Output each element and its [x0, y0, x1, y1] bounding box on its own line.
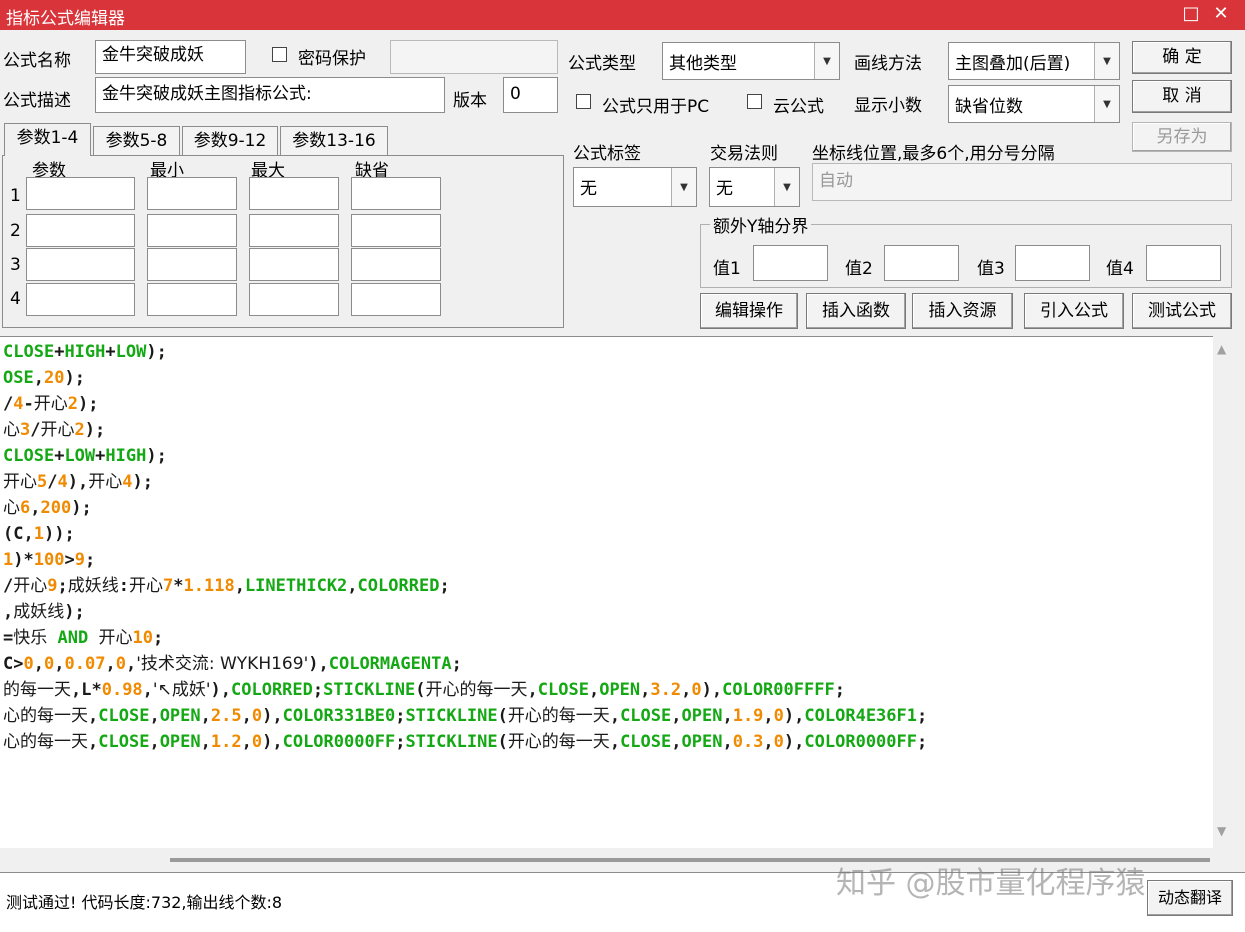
formula-tag-label: 公式标签: [573, 144, 641, 164]
decimals-value: 缺省位数: [955, 97, 1023, 117]
y3-label: 值3: [977, 259, 1005, 279]
close-icon[interactable]: ✕: [1208, 0, 1234, 30]
decimals-label: 显示小数: [854, 96, 922, 116]
param-1-name[interactable]: [26, 177, 135, 210]
code-text: CLOSE+HIGH+LOW); OSE,20); /4-开心2); 心3/开心…: [3, 342, 928, 752]
maximize-icon[interactable]: □: [1178, 0, 1204, 30]
param-3-name[interactable]: [26, 248, 135, 281]
y2-input[interactable]: [884, 245, 959, 281]
param-2-name[interactable]: [26, 214, 135, 247]
insert-resource-button[interactable]: 插入资源: [912, 293, 1013, 329]
tab-params-13-16[interactable]: 参数13-16: [280, 126, 388, 156]
formula-type-value: 其他类型: [669, 54, 737, 74]
cloud-formula-checkbox[interactable]: [747, 94, 762, 109]
param-4-name[interactable]: [26, 283, 135, 316]
param-3-min[interactable]: [147, 248, 237, 281]
y4-label: 值4: [1106, 259, 1134, 279]
pc-only-label: 公式只用于PC: [602, 97, 710, 117]
param-3-max[interactable]: [249, 248, 339, 281]
decimals-select[interactable]: 缺省位数 ▼: [948, 85, 1120, 123]
param-row-2-label: 2: [10, 221, 21, 241]
window-title: 指标公式编辑器: [6, 9, 125, 29]
formula-tag-select[interactable]: 无 ▼: [573, 167, 697, 207]
password-label: 密码保护: [298, 49, 366, 69]
insert-function-button[interactable]: 插入函数: [806, 293, 906, 329]
param-row-1-label: 1: [10, 186, 21, 206]
draw-method-select[interactable]: 主图叠加(后置) ▼: [948, 42, 1120, 80]
chevron-down-icon: ▼: [1094, 86, 1119, 122]
save-as-button[interactable]: 另存为: [1132, 122, 1232, 152]
edit-ops-button[interactable]: 编辑操作: [700, 293, 798, 329]
code-editor[interactable]: CLOSE+HIGH+LOW); OSE,20); /4-开心2); 心3/开心…: [0, 336, 1213, 848]
trade-rule-select[interactable]: 无 ▼: [709, 167, 800, 207]
y1-input[interactable]: [753, 245, 828, 281]
draw-method-value: 主图叠加(后置): [955, 54, 1071, 74]
chevron-down-icon: ▼: [1094, 43, 1119, 79]
param-2-min[interactable]: [147, 214, 237, 247]
version-input[interactable]: 0: [503, 77, 558, 113]
scroll-down-icon[interactable]: ▼: [1217, 824, 1226, 838]
y1-label: 值1: [713, 259, 741, 279]
formula-type-label: 公式类型: [568, 54, 636, 74]
param-2-default[interactable]: [351, 214, 441, 247]
chevron-down-icon: ▼: [774, 168, 799, 206]
y2-label: 值2: [845, 259, 873, 279]
param-2-max[interactable]: [249, 214, 339, 247]
param-4-min[interactable]: [147, 283, 237, 316]
import-formula-button[interactable]: 引入公式: [1024, 293, 1124, 329]
param-row-4-label: 4: [10, 289, 21, 309]
password-checkbox[interactable]: [272, 47, 287, 62]
param-1-max[interactable]: [249, 177, 339, 210]
formula-desc-label: 公式描述: [3, 91, 71, 111]
trade-rule-label: 交易法则: [710, 144, 778, 164]
tab-params-9-12[interactable]: 参数9-12: [182, 126, 278, 156]
param-1-default[interactable]: [351, 177, 441, 210]
yaxis-group-title: 额外Y轴分界: [710, 212, 812, 237]
chevron-down-icon: ▼: [814, 43, 839, 79]
dynamic-translate-button[interactable]: 动态翻译: [1147, 880, 1233, 916]
param-4-max[interactable]: [249, 283, 339, 316]
coord-lines-label: 坐标线位置,最多6个,用分号分隔: [812, 144, 1055, 164]
tab-params-5-8[interactable]: 参数5-8: [93, 126, 180, 156]
ok-button[interactable]: 确 定: [1132, 41, 1232, 74]
chevron-down-icon: ▼: [671, 168, 696, 206]
status-message: 测试通过! 代码长度:732,输出线个数:8: [6, 893, 283, 912]
cancel-button[interactable]: 取 消: [1132, 80, 1232, 113]
formula-name-label: 公式名称: [3, 51, 71, 71]
password-input[interactable]: [390, 40, 558, 74]
trade-rule-value: 无: [716, 179, 733, 199]
cloud-formula-label: 云公式: [773, 97, 824, 117]
version-label: 版本: [453, 91, 487, 111]
param-row-3-label: 3: [10, 255, 21, 275]
test-formula-button[interactable]: 测试公式: [1132, 293, 1232, 329]
watermark: 知乎 @股市量化程序猿: [836, 866, 1146, 901]
vertical-scrollbar[interactable]: ▲ ▼: [1213, 336, 1235, 848]
formula-desc-input[interactable]: 金牛突破成妖主图指标公式:: [95, 77, 445, 113]
formula-type-select[interactable]: 其他类型 ▼: [662, 42, 840, 80]
pc-only-checkbox[interactable]: [576, 94, 591, 109]
formula-tag-value: 无: [580, 179, 597, 199]
tab-params-1-4[interactable]: 参数1-4: [4, 123, 91, 156]
title-bar: 指标公式编辑器 □ ✕: [0, 0, 1245, 30]
coord-lines-input[interactable]: 自动: [812, 163, 1232, 201]
draw-method-label: 画线方法: [854, 54, 922, 74]
y3-input[interactable]: [1015, 245, 1090, 281]
y4-input[interactable]: [1146, 245, 1221, 281]
param-4-default[interactable]: [351, 283, 441, 316]
scroll-up-icon[interactable]: ▲: [1217, 342, 1226, 356]
param-3-default[interactable]: [351, 248, 441, 281]
param-1-min[interactable]: [147, 177, 237, 210]
formula-name-input[interactable]: 金牛突破成妖: [95, 40, 246, 74]
